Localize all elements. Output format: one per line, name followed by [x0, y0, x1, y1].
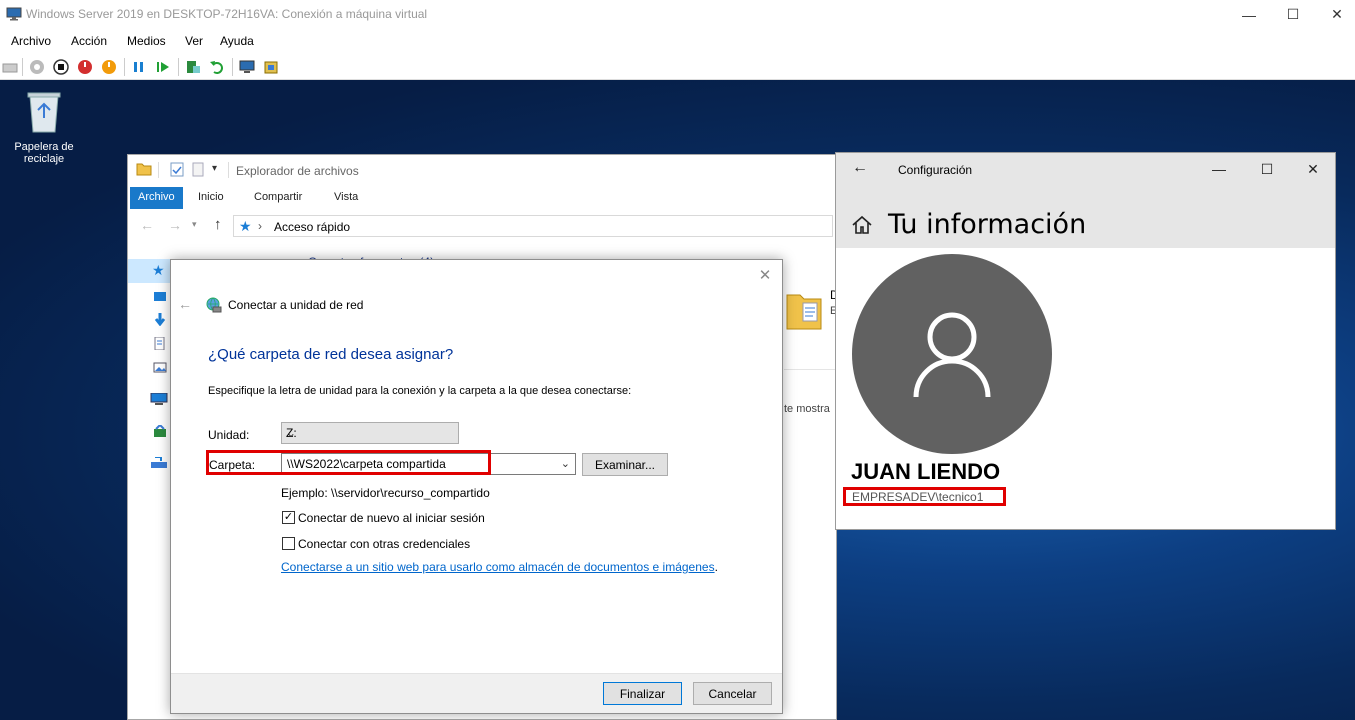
address-text: Acceso rápido	[274, 220, 351, 234]
cancel-button[interactable]: Cancelar	[693, 682, 772, 705]
pause-icon[interactable]	[131, 59, 147, 75]
user-silhouette-icon	[913, 312, 991, 398]
account-highlight-box	[843, 487, 1006, 506]
quick-access-star-icon: ★	[239, 218, 252, 234]
close-button[interactable]: ✕	[1314, 0, 1355, 29]
folder-highlight-box	[206, 450, 491, 475]
frequent-folder-icon[interactable]	[785, 291, 823, 331]
revert-icon[interactable]	[209, 59, 225, 75]
menu-ver[interactable]: Ver	[185, 34, 203, 48]
other-credentials-label: Conectar con otras credenciales	[298, 537, 471, 551]
tab-archivo[interactable]: Archivo	[130, 187, 183, 209]
nav-star-icon: ★	[152, 262, 165, 278]
enhanced-session-icon[interactable]	[239, 59, 255, 75]
dialog-footer: Finalizar Cancelar	[171, 673, 782, 713]
nav-this-pc-icon[interactable]	[150, 393, 168, 406]
checkpoint-icon[interactable]	[185, 59, 201, 75]
host-window-title: Windows Server 2019 en DESKTOP-72H16VA: …	[26, 7, 428, 21]
shutdown-icon[interactable]	[77, 59, 93, 75]
menu-ayuda[interactable]: Ayuda	[220, 34, 254, 48]
start-icon[interactable]	[29, 59, 45, 75]
menu-archivo[interactable]: Archivo	[11, 34, 51, 48]
reconnect-checkbox[interactable]: ✓	[282, 511, 295, 524]
new-folder-icon[interactable]	[192, 162, 204, 177]
settings-title: Configuración	[898, 163, 973, 177]
content-divider	[784, 369, 838, 370]
folder-icon	[136, 163, 152, 176]
explorer-ribbon: Archivo Inicio Compartir Vista	[128, 187, 836, 209]
settings-header: ← Configuración — ☐ ✕ Tu información	[836, 153, 1335, 248]
turn-off-icon[interactable]	[53, 59, 69, 75]
recent-files-message: te mostra	[784, 403, 830, 415]
link-suffix: .	[714, 560, 718, 574]
host-titlebar: Windows Server 2019 en DESKTOP-72H16VA: …	[0, 0, 1355, 29]
unit-label: Unidad:	[208, 428, 250, 442]
up-arrow-icon[interactable]: ↑	[214, 216, 222, 233]
chevron-down-icon[interactable]: ⌄	[561, 457, 570, 470]
settings-window: ← Configuración — ☐ ✕ Tu información JUA…	[835, 152, 1336, 530]
resume-icon[interactable]	[155, 59, 171, 75]
breadcrumb-chevron-icon: ›	[258, 219, 262, 233]
recent-dropdown-icon[interactable]: ▾	[192, 219, 197, 230]
back-arrow-icon[interactable]: ←	[140, 217, 154, 233]
host-menubar: Archivo Acción Medios Ver Ayuda	[0, 29, 1355, 53]
vm-connection-icon	[6, 7, 22, 21]
nav-pictures-icon[interactable]	[153, 361, 167, 374]
maximize-button[interactable]: ☐	[1270, 0, 1316, 29]
home-icon[interactable]	[851, 215, 873, 235]
settings-back-arrow-icon[interactable]: ←	[852, 159, 868, 177]
browse-button[interactable]: Examinar...	[582, 453, 668, 476]
nav-downloads-icon[interactable]	[153, 313, 167, 326]
menu-accion[interactable]: Acción	[71, 34, 107, 48]
avatar	[852, 254, 1052, 454]
network-drive-icon	[206, 297, 222, 313]
recycle-bin[interactable]: Papelera de reciclaje	[8, 88, 80, 165]
properties-icon[interactable]	[170, 162, 184, 177]
chevron-down-icon: ⌄	[286, 426, 297, 440]
web-storage-link[interactable]: Conectarse a un sitio web para usarlo co…	[281, 560, 718, 574]
dialog-title: Conectar a unidad de red	[228, 298, 364, 312]
nav-desktop-icon[interactable]	[153, 291, 167, 304]
ctrl-alt-del-icon[interactable]	[2, 59, 18, 75]
dialog-instructions: Especifique la letra de unidad para la c…	[208, 385, 632, 397]
reconnect-label: Conectar de nuevo al iniciar sesión	[298, 511, 485, 525]
explorer-title: Explorador de archivos	[236, 164, 359, 178]
drive-letter-select[interactable]: Z: ⌄	[281, 422, 459, 444]
settings-minimize-button[interactable]: —	[1196, 155, 1242, 183]
nav-documents-icon[interactable]	[153, 337, 167, 350]
menu-medios[interactable]: Medios	[127, 34, 166, 48]
recycle-bin-icon	[27, 92, 61, 133]
dialog-close-icon[interactable]: ✕	[756, 266, 774, 284]
forward-arrow-icon[interactable]: →	[168, 217, 182, 233]
web-storage-link-text[interactable]: Conectarse a un sitio web para usarlo co…	[281, 560, 715, 574]
other-credentials-checkbox[interactable]	[282, 537, 295, 550]
example-text: Ejemplo: \\servidor\recurso_compartido	[281, 486, 490, 500]
explorer-quick-access-toolbar: ▾ Explorador de archivos	[128, 155, 836, 185]
user-display-name: JUAN LIENDO	[851, 459, 1001, 484]
nav-network-drive-icon[interactable]	[150, 457, 168, 470]
recycle-bin-label: Papelera de reciclaje	[14, 141, 74, 165]
share-icon[interactable]	[263, 59, 279, 75]
dialog-back-arrow-icon[interactable]: ←	[178, 296, 192, 312]
host-toolbar	[0, 53, 1355, 80]
map-network-drive-dialog: ✕ ← Conectar a unidad de red ¿Qué carpet…	[170, 259, 783, 714]
finish-button[interactable]: Finalizar	[603, 682, 682, 705]
minimize-button[interactable]: —	[1226, 0, 1272, 29]
settings-heading: Tu información	[888, 209, 1087, 240]
nav-selected-quick-access[interactable]: ★	[128, 259, 172, 283]
dialog-heading: ¿Qué carpeta de red desea asignar?	[208, 346, 454, 363]
address-box[interactable]: ★ › Acceso rápido	[233, 215, 833, 237]
tab-inicio[interactable]: Inicio	[190, 187, 232, 209]
nav-network-icon[interactable]	[152, 425, 168, 438]
tab-vista[interactable]: Vista	[326, 187, 366, 209]
explorer-address-bar: ← → ▾ ↑ ★ › Acceso rápido	[128, 213, 836, 239]
settings-maximize-button[interactable]: ☐	[1244, 155, 1290, 183]
settings-close-button[interactable]: ✕	[1290, 155, 1336, 183]
tab-compartir[interactable]: Compartir	[246, 187, 310, 209]
qat-dropdown-icon[interactable]: ▾	[212, 163, 217, 174]
save-state-icon[interactable]	[101, 59, 117, 75]
